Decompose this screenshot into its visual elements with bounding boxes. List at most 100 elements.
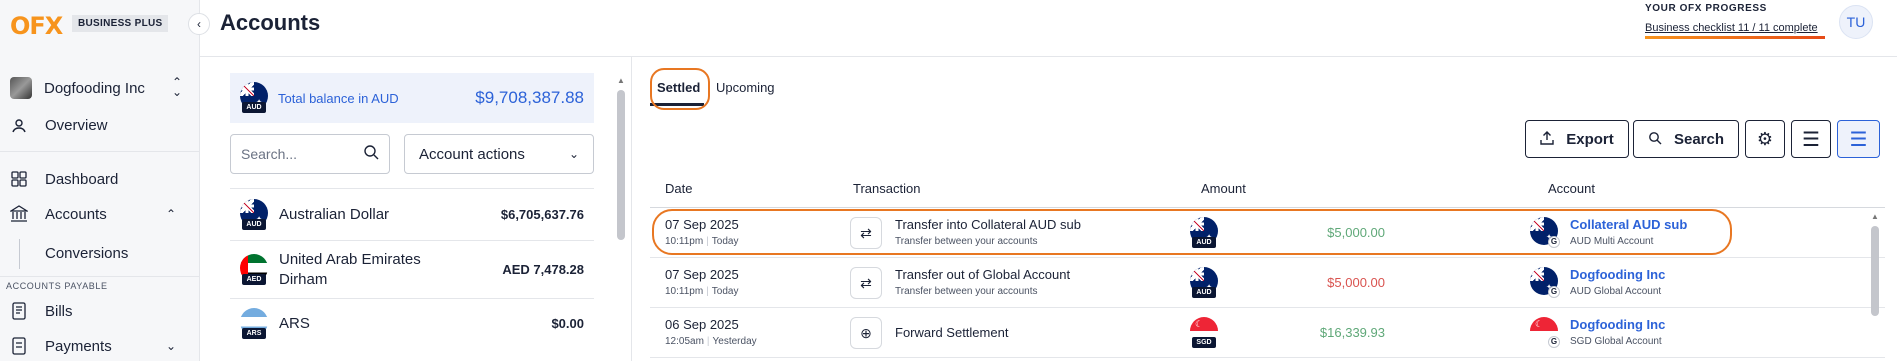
column-header-amount: Amount: [1201, 181, 1246, 196]
column-header-transaction: Transaction: [853, 181, 921, 196]
sidebar: OFX BUSINESS PLUS Dogfooding Inc ⌃ ⌄ Over…: [0, 0, 200, 361]
org-switcher[interactable]: Dogfooding Inc ⌃ ⌄: [10, 76, 190, 100]
scroll-up-icon[interactable]: ▲: [617, 76, 625, 85]
chevron-up-icon: ⌃: [165, 207, 176, 221]
user-circle-icon: [10, 116, 28, 134]
account-name: Australian Dollar: [279, 205, 390, 223]
ofx-logo[interactable]: OFX: [10, 12, 63, 40]
transaction-title: Forward Settlement: [895, 325, 1009, 340]
row-date: 07 Sep 2025: [665, 267, 739, 282]
plan-badge: BUSINESS PLUS: [72, 15, 169, 32]
total-balance-value: $9,708,387.88: [475, 88, 584, 107]
gear-icon: ⚙: [1756, 128, 1774, 149]
account-row-aed[interactable]: AED United Arab Emirates Dirham AED 7,47…: [230, 240, 594, 298]
account-subtitle: SGD Global Account: [1570, 336, 1662, 347]
account-link[interactable]: Dogfooding Inc: [1570, 317, 1665, 332]
account-list: AUD Australian Dollar $6,705,637.76 AED …: [230, 188, 594, 348]
export-button-label: Export: [1566, 130, 1614, 148]
sidebar-item-label: Bills: [45, 302, 73, 320]
highlight-ring-tab: [650, 68, 710, 110]
progress-bar: [1645, 36, 1825, 39]
progress-checklist-link[interactable]: Business checklist 11 / 11 complete: [1645, 22, 1825, 34]
plus-circle-icon: ⊕: [850, 317, 882, 349]
flag-aed-icon: AED: [240, 253, 268, 286]
bank-icon: [10, 205, 28, 223]
flag-ars-icon: ARS: [240, 307, 268, 340]
chevron-down-icon: ⌄: [165, 339, 176, 353]
account-balance: $0.00: [551, 316, 584, 331]
sidebar-divider: [0, 276, 200, 277]
tab-upcoming[interactable]: Upcoming: [716, 80, 775, 95]
search-icon[interactable]: [363, 144, 379, 165]
search-button[interactable]: Search: [1633, 120, 1739, 158]
account-row-ars[interactable]: ARS ARS $0.00: [230, 298, 594, 348]
submenu-line: [19, 239, 20, 269]
account-actions-dropdown[interactable]: Account actions ⌄: [404, 134, 594, 174]
flag-aud-icon: AUD: [240, 198, 268, 231]
upload-icon: [1540, 130, 1554, 148]
flag-sgd-icon: SGD: [1190, 317, 1218, 349]
org-avatar: [10, 77, 32, 99]
scrollbar-thumb[interactable]: [617, 90, 625, 240]
column-header-date: Date: [665, 181, 693, 196]
sidebar-item-label: Conversions: [45, 244, 129, 262]
sidebar-item-payments[interactable]: Payments ⌄: [10, 334, 190, 358]
chevron-down-icon: ⌄: [568, 147, 579, 161]
account-list-scrollbar[interactable]: ▲: [617, 76, 625, 361]
flag-aud-icon: AUD: [1190, 267, 1218, 299]
row-time: 10:11pm | Today: [665, 286, 739, 297]
total-balance-card[interactable]: AUD Total balance in AUD $9,708,387.88: [230, 73, 594, 123]
sidebar-divider: [0, 151, 200, 152]
list-comfortable-icon: ☰: [1849, 128, 1868, 151]
compact-view-button[interactable]: ☰: [1791, 120, 1831, 158]
org-name: Dogfooding Inc: [44, 79, 145, 97]
payment-icon: [10, 337, 28, 355]
search-button-label: Search: [1673, 130, 1725, 148]
section-label-accounts-payable: ACCOUNTS PAYABLE: [6, 281, 108, 291]
account-balance: AED 7,478.28: [502, 262, 584, 277]
table-settings-button[interactable]: ⚙: [1745, 120, 1785, 158]
scrollbar-thumb[interactable]: [1871, 226, 1879, 316]
list-compact-icon: ☰: [1802, 128, 1820, 151]
document-icon: [10, 302, 28, 320]
chevron-updown-icon: ⌃ ⌄: [171, 75, 182, 99]
sidebar-item-overview[interactable]: Overview: [10, 113, 190, 137]
transfer-icon: ⇄: [850, 267, 882, 299]
search-icon: [1648, 131, 1662, 148]
account-search-box[interactable]: [230, 134, 390, 174]
progress-fill: [1645, 36, 1825, 39]
table-row[interactable]: 06 Sep 2025 12:05am | Yesterday ⊕ Forward …: [650, 308, 1885, 358]
table-scrollbar[interactable]: ▲: [1871, 212, 1879, 361]
transaction-subtitle: Transfer between your accounts: [895, 286, 1038, 297]
account-search-input[interactable]: [241, 146, 351, 162]
sidebar-item-label: Dashboard: [45, 170, 119, 188]
row-time: 12:05am | Yesterday: [665, 336, 757, 347]
highlight-ring-row: [652, 209, 1732, 255]
export-button[interactable]: Export: [1525, 120, 1629, 158]
total-balance-label: Total balance in AUD: [278, 90, 399, 106]
sidebar-item-bills[interactable]: Bills: [10, 299, 190, 323]
collapse-sidebar-button[interactable]: ‹: [188, 13, 210, 35]
user-avatar[interactable]: TU: [1839, 5, 1873, 39]
comfortable-view-button[interactable]: ☰: [1837, 120, 1880, 158]
table-row[interactable]: 07 Sep 2025 10:11pm | Today ⇄ Transfer out…: [650, 258, 1885, 308]
grid-icon: [10, 170, 28, 188]
progress-title: YOUR OFX PROGRESS: [1645, 3, 1767, 14]
account-row-aud[interactable]: AUD Australian Dollar $6,705,637.76: [230, 188, 594, 240]
transaction-amount: $16,339.93: [1319, 325, 1385, 340]
account-link[interactable]: Dogfooding Inc: [1570, 267, 1665, 282]
flag-aud-icon: AUD: [240, 82, 268, 114]
panel-divider: [631, 57, 632, 361]
account-name: United Arab Emirates Dirham: [279, 250, 421, 288]
account-balance: $6,705,637.76: [500, 207, 584, 222]
sidebar-item-label: Accounts: [45, 205, 107, 223]
scroll-up-icon[interactable]: ▲: [1871, 212, 1879, 221]
sidebar-item-label: Overview: [45, 116, 108, 134]
sidebar-item-accounts[interactable]: Accounts ⌃: [10, 202, 190, 226]
flag-sgd-icon: G: [1530, 317, 1560, 349]
progress-widget[interactable]: YOUR OFX PROGRESS Business checklist 11 …: [1645, 3, 1825, 39]
sidebar-item-conversions[interactable]: Conversions: [45, 241, 185, 265]
account-name: ARS: [279, 314, 310, 332]
sidebar-item-dashboard[interactable]: Dashboard: [10, 167, 190, 191]
chevron-left-icon: ‹: [197, 17, 201, 31]
